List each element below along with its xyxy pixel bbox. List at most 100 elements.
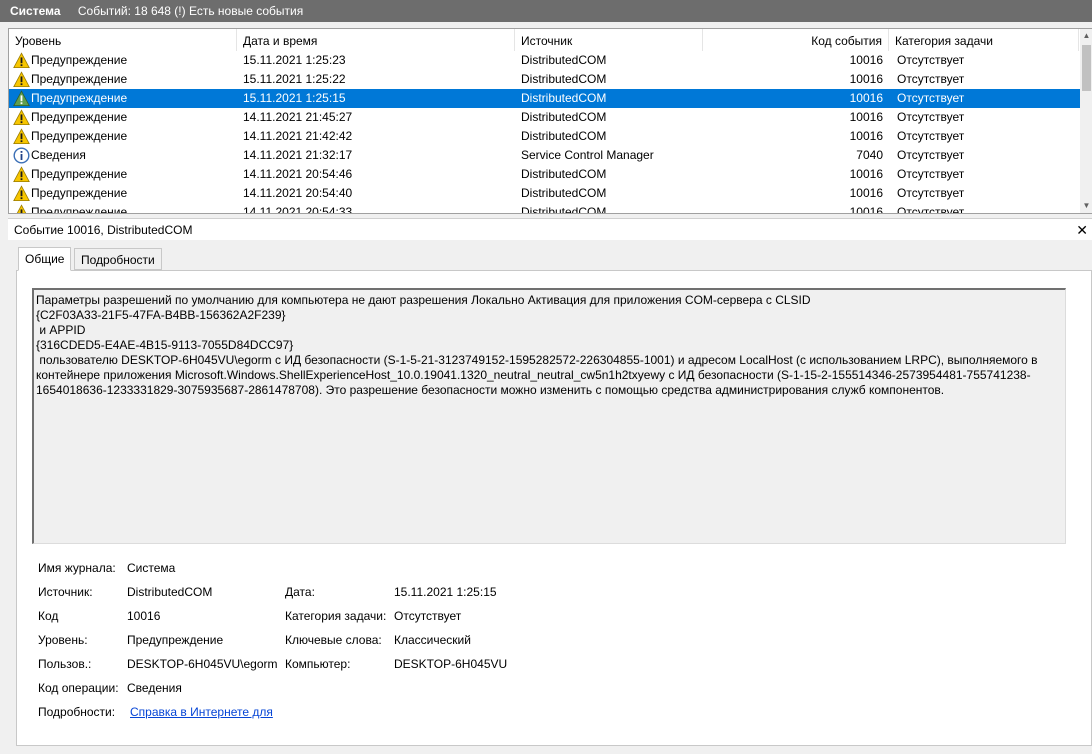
scroll-up-arrow-icon[interactable]: ▲ [1080, 29, 1092, 43]
event-code-label: Код [38, 609, 59, 623]
event-task-category: Отсутствует [897, 167, 965, 181]
log-name: Система [10, 4, 61, 18]
tab-details[interactable]: Подробности [74, 248, 162, 270]
event-row[interactable]: Предупреждение 15.11.2021 1:25:23 Distribu… [9, 51, 1081, 70]
event-source: DistributedCOM [521, 167, 607, 181]
event-row[interactable]: Предупреждение 14.11.2021 20:54:46 Distrib… [9, 165, 1081, 184]
source-value: DistributedCOM [127, 585, 213, 599]
event-source: DistributedCOM [521, 91, 607, 105]
event-message-line: и APPID [36, 323, 86, 337]
computer-label: Компьютер: [285, 657, 351, 671]
event-task-category: Отсутствует [897, 205, 965, 214]
warning-icon [13, 90, 30, 107]
general-tab-panel: Параметры разрешений по умолчанию для ко… [16, 270, 1092, 746]
event-datetime: 14.11.2021 20:54:33 [243, 205, 353, 214]
event-datetime: 14.11.2021 21:32:17 [243, 148, 353, 162]
column-header-task-category[interactable]: Категория задачи [889, 29, 1079, 51]
event-message-line: {C2F03A33-21F5-47FA-B4BB-156362A2F239} [36, 308, 286, 322]
event-id: 10016 [849, 167, 883, 181]
warning-icon [13, 71, 30, 88]
event-task-category: Отсутствует [897, 148, 965, 162]
event-datetime: 15.11.2021 1:25:15 [243, 91, 346, 105]
user-label: Пользов.: [38, 657, 92, 671]
event-row[interactable]: Сведения 14.11.2021 21:32:17 Service Contr… [9, 146, 1081, 165]
opcode-value: Сведения [127, 681, 182, 695]
event-row[interactable]: Предупреждение 14.11.2021 21:42:42 Distrib… [9, 127, 1081, 146]
event-id: 10016 [849, 186, 883, 200]
warning-icon [13, 204, 30, 213]
event-id: 10016 [849, 129, 883, 143]
level-value: Предупреждение [127, 633, 224, 647]
event-level: Предупреждение [31, 110, 128, 124]
computer-value: DESKTOP-6H045VU [394, 657, 508, 671]
event-row[interactable]: Предупреждение 14.11.2021 21:45:27 Distrib… [9, 108, 1081, 127]
column-header-event-id[interactable]: Код события [703, 29, 889, 51]
event-row[interactable]: Предупреждение 15.11.2021 1:25:15 Distribu… [9, 89, 1081, 108]
event-level: Предупреждение [31, 205, 128, 214]
event-detail-pane: Общие Подробности Параметры разрешений п… [8, 240, 1092, 750]
close-icon[interactable]: ✕ [1076, 219, 1088, 241]
warning-icon [13, 109, 30, 126]
event-detail-title: Событие 10016, DistributedCOM [14, 223, 193, 237]
event-list-header: Уровень Дата и время Источник Код событи… [9, 29, 1079, 51]
scroll-thumb[interactable] [1082, 45, 1091, 91]
log-name-value: Система [127, 561, 176, 575]
event-level: Предупреждение [31, 91, 128, 105]
event-id: 10016 [849, 205, 883, 214]
warning-icon [13, 128, 30, 145]
keywords-label: Ключевые слова: [285, 633, 382, 647]
event-task-category: Отсутствует [897, 110, 965, 124]
event-level: Предупреждение [31, 129, 128, 143]
event-level: Сведения [31, 148, 86, 162]
details-label: Подробности: [38, 705, 116, 719]
event-source: DistributedCOM [521, 129, 607, 143]
event-id: 7040 [856, 148, 883, 162]
event-row[interactable]: Предупреждение 15.11.2021 1:25:22 Distribu… [9, 70, 1081, 89]
event-source: DistributedCOM [521, 110, 607, 124]
opcode-label: Код операции: [38, 681, 119, 695]
warning-icon [13, 166, 30, 183]
user-value: DESKTOP-6H045VU\egorm [127, 657, 278, 671]
event-datetime: 14.11.2021 21:42:42 [243, 129, 353, 143]
event-list[interactable]: Уровень Дата и время Источник Код событи… [8, 28, 1092, 214]
event-source: DistributedCOM [521, 205, 607, 214]
event-list-scrollbar[interactable]: ▲ ▼ [1080, 29, 1092, 213]
event-row[interactable]: Предупреждение 14.11.2021 20:54:40 Distrib… [9, 184, 1081, 203]
info-icon [13, 147, 30, 164]
event-task-category: Отсутствует [897, 53, 965, 67]
event-message-line: Параметры разрешений по умолчанию для ко… [36, 293, 811, 307]
event-message-line: контейнере приложения Microsoft.Windows.… [36, 368, 1031, 382]
tab-general[interactable]: Общие [18, 247, 72, 271]
scroll-down-arrow-icon[interactable]: ▼ [1080, 199, 1092, 213]
event-message-box[interactable]: Параметры разрешений по умолчанию для ко… [32, 288, 1066, 544]
log-name-label: Имя журнала: [38, 561, 116, 575]
column-header-datetime[interactable]: Дата и время [237, 29, 515, 51]
event-source: Service Control Manager [521, 148, 654, 162]
column-header-source[interactable]: Источник [515, 29, 703, 51]
event-row[interactable]: Предупреждение 14.11.2021 20:54:33 Distrib… [9, 203, 1081, 214]
column-header-level[interactable]: Уровень [9, 29, 237, 51]
event-datetime: 15.11.2021 1:25:23 [243, 53, 346, 67]
date-label: Дата: [285, 585, 315, 599]
event-message-line: {316CDED5-E4AE-4B15-9113-7055D84DCC97} [36, 338, 294, 352]
event-id: 10016 [849, 53, 883, 67]
warning-icon [13, 52, 30, 69]
event-task-category: Отсутствует [897, 129, 965, 143]
event-datetime: 14.11.2021 21:45:27 [243, 110, 353, 124]
event-detail-header: Событие 10016, DistributedCOM ✕ [8, 218, 1092, 240]
event-source: DistributedCOM [521, 53, 607, 67]
event-task-category: Отсутствует [897, 72, 965, 86]
task-category-value: Отсутствует [394, 609, 462, 623]
event-message-line: пользователю DESKTOP-6H045VU\egorm с ИД … [36, 353, 1038, 367]
level-label: Уровень: [38, 633, 88, 647]
event-datetime: 14.11.2021 20:54:46 [243, 167, 353, 181]
event-source: DistributedCOM [521, 186, 607, 200]
event-level: Предупреждение [31, 72, 128, 86]
event-task-category: Отсутствует [897, 186, 965, 200]
event-datetime: 14.11.2021 20:54:40 [243, 186, 353, 200]
online-help-link[interactable]: Справка в Интернете для [130, 705, 273, 719]
source-label: Источник: [38, 585, 93, 599]
event-message-line: 1654018636-1233331829-3075935687-2861478… [36, 383, 945, 397]
keywords-value: Классический [394, 633, 471, 647]
event-id: 10016 [849, 72, 883, 86]
